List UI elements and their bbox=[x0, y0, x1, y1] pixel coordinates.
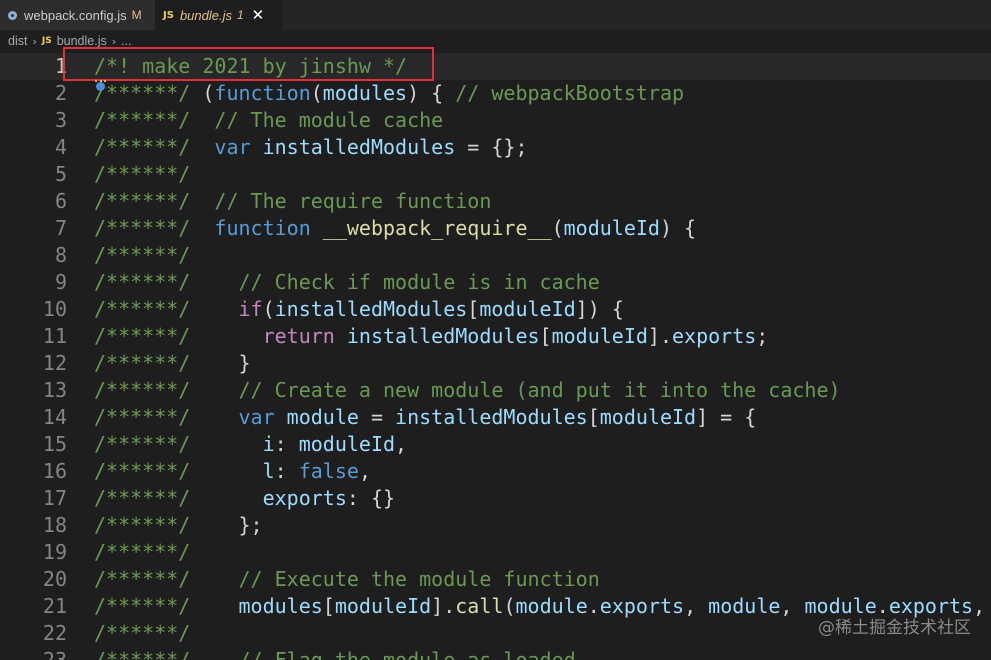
code-line[interactable]: 2 /******/ (function(modules) { // webpac… bbox=[0, 80, 991, 107]
code-text: /******/ bbox=[94, 243, 191, 267]
code-line[interactable]: 12 /******/ } bbox=[0, 350, 991, 377]
line-number: 8 bbox=[54, 243, 67, 267]
code-line[interactable]: 7 /******/ function __webpack_require__(m… bbox=[0, 215, 991, 242]
gear-icon bbox=[8, 10, 17, 20]
code-line[interactable]: 6 /******/ // The require function bbox=[0, 188, 991, 215]
code-text: /******/ } bbox=[94, 351, 251, 375]
code-text: /******/ }; bbox=[94, 513, 263, 537]
code-line[interactable]: 1 /*! make 2021 by jinshw */ bbox=[0, 53, 991, 80]
code-line[interactable]: 19 /******/ bbox=[0, 539, 991, 566]
line-number: 3 bbox=[54, 108, 67, 132]
line-number: 16 bbox=[42, 459, 67, 483]
problems-badge: 1 bbox=[236, 8, 244, 22]
code-line[interactable]: 4 /******/ var installedModules = {}; bbox=[0, 134, 991, 161]
line-number: 14 bbox=[42, 405, 67, 429]
line-number: 13 bbox=[42, 378, 67, 402]
line-number: 7 bbox=[54, 216, 67, 240]
breadcrumb: dist › JS bundle.js › ... bbox=[0, 30, 991, 52]
line-number: 1 bbox=[54, 54, 67, 78]
line-number: 11 bbox=[42, 324, 67, 348]
js-file-icon: JS bbox=[163, 9, 174, 21]
chevron-right-icon: › bbox=[32, 34, 37, 48]
line-number: 4 bbox=[54, 135, 67, 159]
tab-webpack-config[interactable]: webpack.config.js M bbox=[0, 0, 155, 30]
line-number: 20 bbox=[42, 567, 67, 591]
code-text: /******/ // The require function bbox=[94, 189, 492, 213]
lightbulb-icon[interactable] bbox=[96, 82, 105, 91]
js-file-icon: JS bbox=[41, 36, 52, 46]
breadcrumb-symbol[interactable]: ... bbox=[121, 34, 131, 48]
code-text: /******/ if(installedModules[moduleId]) … bbox=[94, 297, 624, 321]
line-number: 17 bbox=[42, 486, 67, 510]
code-line[interactable]: 20 /******/ // Execute the module functio… bbox=[0, 566, 991, 593]
code-text: /******/ return installedModules[moduleI… bbox=[94, 324, 769, 348]
tab-label: webpack.config.js bbox=[24, 7, 127, 23]
code-text: /******/ // Create a new module (and put… bbox=[94, 378, 841, 402]
code-text: /******/ // The module cache bbox=[94, 108, 444, 132]
code-text: /******/ // Execute the module function bbox=[94, 567, 600, 591]
line-number: 6 bbox=[54, 189, 67, 213]
code-editor[interactable]: 1 /*! make 2021 by jinshw */ 2 /******/ (fu… bbox=[0, 53, 991, 660]
code-text: /******/ var installedModules = {}; bbox=[94, 135, 528, 159]
line-number: 2 bbox=[54, 81, 67, 105]
code-line[interactable]: 16 /******/ l: false, bbox=[0, 458, 991, 485]
line-number: 15 bbox=[42, 432, 67, 456]
code-line[interactable]: 17 /******/ exports: {} bbox=[0, 485, 991, 512]
code-line[interactable]: 14 /******/ var module = installedModules… bbox=[0, 404, 991, 431]
code-text: /******/ (function(modules) { // webpack… bbox=[94, 81, 685, 105]
line-number: 18 bbox=[42, 513, 67, 537]
chevron-right-icon: › bbox=[111, 34, 117, 48]
code-text: /*! make 2021 by jinshw */ bbox=[94, 54, 408, 78]
tab-bundle-js[interactable]: JS bundle.js 1 ✕ bbox=[155, 0, 283, 30]
modified-badge: M bbox=[131, 8, 142, 22]
code-line[interactable]: 18 /******/ }; bbox=[0, 512, 991, 539]
breadcrumb-file[interactable]: bundle.js bbox=[57, 34, 107, 48]
watermark: @稀土掘金技术社区 bbox=[818, 618, 971, 638]
code-line[interactable]: 10 /******/ if(installedModules[moduleId]… bbox=[0, 296, 991, 323]
code-text: /******/ var module = installedModules[m… bbox=[94, 405, 757, 429]
code-text: /******/ bbox=[94, 621, 191, 645]
line-number: 10 bbox=[42, 297, 67, 321]
line-number: 12 bbox=[42, 351, 67, 375]
tab-label: bundle.js bbox=[179, 7, 232, 23]
breadcrumb-folder[interactable]: dist bbox=[8, 34, 27, 48]
code-line[interactable]: 23 /******/ // Flag the module as loaded bbox=[0, 647, 991, 660]
code-text: /******/ bbox=[94, 540, 191, 564]
code-line[interactable]: 5 /******/ bbox=[0, 161, 991, 188]
code-line[interactable]: 15 /******/ i: moduleId, bbox=[0, 431, 991, 458]
code-text: /******/ // Check if module is in cache bbox=[94, 270, 600, 294]
line-number: 5 bbox=[54, 162, 67, 186]
code-line[interactable]: 11 /******/ return installedModules[modul… bbox=[0, 323, 991, 350]
code-line[interactable]: 3 /******/ // The module cache bbox=[0, 107, 991, 134]
close-icon[interactable]: ✕ bbox=[252, 6, 265, 24]
line-number: 9 bbox=[54, 270, 67, 294]
line-number: 23 bbox=[42, 648, 67, 660]
code-text: /******/ exports: {} bbox=[94, 486, 396, 510]
code-line[interactable]: 8 /******/ bbox=[0, 242, 991, 269]
code-text: /******/ l: false, bbox=[94, 459, 371, 483]
line-number: 19 bbox=[42, 540, 67, 564]
code-text: /******/ bbox=[94, 162, 191, 186]
editor-tab-bar: webpack.config.js M JS bundle.js 1 ✕ bbox=[0, 0, 991, 30]
line-number: 22 bbox=[42, 621, 67, 645]
code-text: /******/ i: moduleId, bbox=[94, 432, 408, 456]
code-text: /******/ function __webpack_require__(mo… bbox=[94, 216, 697, 240]
line-number: 21 bbox=[42, 594, 67, 618]
code-text: /******/ // Flag the module as loaded bbox=[94, 648, 576, 660]
code-line[interactable]: 9 /******/ // Check if module is in cache bbox=[0, 269, 991, 296]
code-line[interactable]: 13 /******/ // Create a new module (and p… bbox=[0, 377, 991, 404]
